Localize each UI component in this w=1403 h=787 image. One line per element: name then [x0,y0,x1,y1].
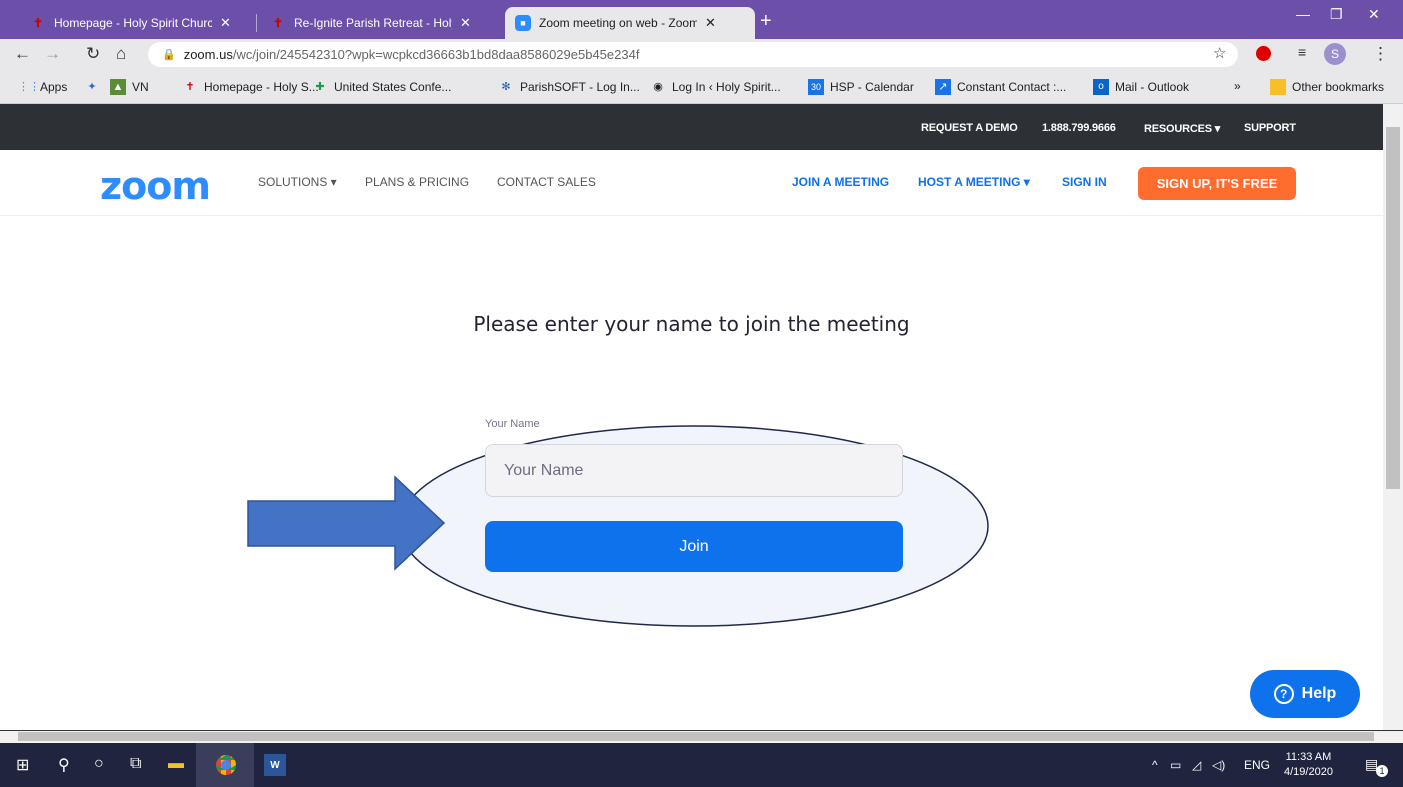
show-hidden-icons[interactable]: ^ [1152,758,1158,772]
name-input[interactable] [485,444,903,497]
search-icon[interactable]: ⚲ [58,755,70,775]
vertical-scroll-thumb[interactable] [1386,127,1400,489]
question-icon: ? [1273,684,1294,704]
chrome-icon [216,755,236,775]
windows-start-icon[interactable]: ⊞ [16,755,29,775]
name-field-label: Your Name [485,418,540,430]
task-view-icon[interactable]: ⧉ [130,755,141,773]
help-label: Help [1301,685,1337,702]
battery-icon[interactable]: ▭ [1170,758,1181,772]
file-explorer-icon[interactable]: ▬ [168,755,184,773]
help-button[interactable]: ? Help [1250,670,1360,718]
word-icon[interactable]: W [264,754,286,776]
horizontal-scroll-thumb[interactable] [18,732,1374,741]
clock-date: 4/19/2020 [1284,766,1333,778]
system-clock[interactable]: 11:33 AM 4/19/2020 [1284,750,1333,780]
cortana-icon[interactable]: ○ [94,755,104,773]
annotation-overlay [247,425,989,627]
windows-taskbar: ⊞ ⚲ ○ ⧉ ▬ W ^ ▭ ◿ ◁) ENG 11:33 AM 4/19/2… [0,743,1403,787]
volume-icon[interactable]: ◁) [1212,758,1225,772]
clock-time: 11:33 AM [1285,751,1332,763]
language-indicator[interactable]: ENG [1244,758,1270,772]
wifi-icon[interactable]: ◿ [1192,758,1201,772]
notification-badge: 1 [1376,765,1388,777]
join-button[interactable]: Join [485,521,903,572]
